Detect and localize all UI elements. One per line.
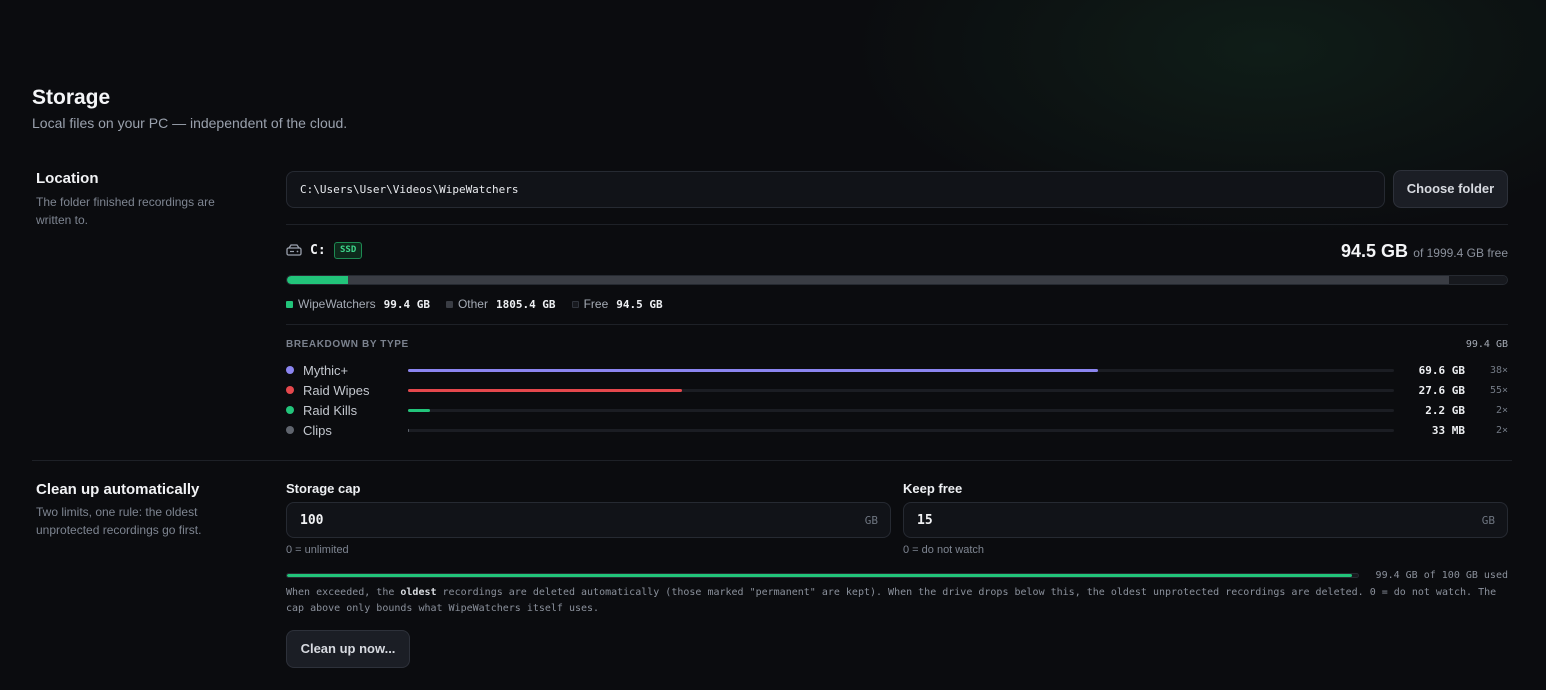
storage-cap-unit: GB xyxy=(864,514,878,527)
storage-cap-hint: 0 = unlimited xyxy=(286,544,349,556)
folder-path-input[interactable]: C:\Users\User\Videos\WipeWatchers xyxy=(286,171,1385,208)
drive-free-of: of 1999.4 GB free xyxy=(1413,246,1508,260)
breakdown-dot xyxy=(286,386,294,394)
divider xyxy=(286,224,1508,225)
breakdown-size: 33 MB xyxy=(1431,424,1465,437)
drive-bar-segment-wipewatchers xyxy=(287,276,348,284)
breakdown-label: Raid Wipes xyxy=(303,383,370,398)
breakdown-label: Mythic+ xyxy=(303,363,349,378)
breakdown-track xyxy=(408,369,1394,372)
legend-label: Other xyxy=(457,297,488,311)
breakdown-row-mythic: Mythic+ 69.6 GB 38× xyxy=(286,360,1508,380)
location-description: The folder finished recordings are writt… xyxy=(36,195,215,227)
breakdown-label: Raid Kills xyxy=(303,403,358,418)
keep-free-label: Keep free xyxy=(903,481,963,496)
breakdown-fill xyxy=(408,369,1099,372)
legend-swatch xyxy=(445,300,453,308)
section-divider xyxy=(32,460,1512,461)
breakdown-size: 2.2 GB xyxy=(1425,404,1465,417)
cap-used-text: 99.4 GB of 100 GB used xyxy=(1375,570,1508,581)
storage-cap-value[interactable]: 100 xyxy=(300,513,323,528)
choose-folder-button[interactable]: Choose folder xyxy=(1393,170,1508,208)
breakdown-count: 2× xyxy=(1495,405,1508,416)
cleanup-description: Two limits, one rule: the oldest unprote… xyxy=(36,505,202,537)
legend-swatch xyxy=(286,300,293,308)
breakdown-row-raid-kills: Raid Kills 2.2 GB 2× xyxy=(286,400,1508,420)
breakdown-count: 2× xyxy=(1495,425,1508,436)
breakdown-total: 99.4 GB xyxy=(1465,339,1508,350)
breakdown-size: 69.6 GB xyxy=(1418,364,1465,377)
page-subtitle: Local files on your PC — independent of … xyxy=(32,115,348,131)
breakdown-header: BREAKDOWN BY TYPE xyxy=(286,339,409,350)
explain-text-start: When exceeded, the xyxy=(286,587,401,598)
drive-letter: C: xyxy=(310,243,326,258)
hard-drive-icon xyxy=(286,244,302,256)
breakdown-track xyxy=(408,409,1394,412)
breakdown-count: 38× xyxy=(1489,365,1508,376)
breakdown-track xyxy=(408,429,1394,432)
cap-usage-bar xyxy=(286,573,1359,578)
cleanup-explanation: When exceeded, the oldest recordings are… xyxy=(286,585,1508,617)
breakdown-dot xyxy=(286,366,294,374)
legend-value: 99.4 GB xyxy=(383,297,430,311)
storage-cap-input[interactable]: 100 GB xyxy=(286,502,891,538)
legend-item-wipewatchers: WipeWatchers 99.4 GB xyxy=(286,297,430,311)
breakdown-dot xyxy=(286,426,294,434)
breakdown-fill xyxy=(408,429,410,432)
drive-usage-bar xyxy=(286,275,1508,285)
divider xyxy=(286,324,1508,325)
breakdown-size: 27.6 GB xyxy=(1418,384,1465,397)
drive-bar-segment-free xyxy=(1449,276,1507,284)
legend-item-free: Free 94.5 GB xyxy=(571,297,663,311)
legend-label: Free xyxy=(583,297,609,311)
storage-cap-label: Storage cap xyxy=(286,481,361,496)
legend-value: 94.5 GB xyxy=(616,297,663,311)
cleanup-title: Clean up automatically xyxy=(36,481,200,498)
page-title: Storage xyxy=(32,86,111,109)
drive-type-badge: SSD xyxy=(334,242,363,259)
drive-free-value: 94.5 GB xyxy=(1340,241,1408,261)
keep-free-value[interactable]: 15 xyxy=(917,513,933,528)
legend-swatch xyxy=(571,300,579,308)
legend-item-other: Other 1805.4 GB xyxy=(445,297,556,311)
breakdown-track xyxy=(408,389,1394,392)
keep-free-hint: 0 = do not watch xyxy=(903,544,985,556)
explain-text-bold: oldest xyxy=(400,587,437,598)
breakdown-fill xyxy=(408,409,430,412)
keep-free-input[interactable]: 15 GB xyxy=(903,502,1508,538)
legend-label: WipeWatchers xyxy=(298,297,376,311)
keep-free-unit: GB xyxy=(1481,514,1495,527)
breakdown-row-raid-wipes: Raid Wipes 27.6 GB 55× xyxy=(286,380,1508,400)
breakdown-dot xyxy=(286,406,294,414)
clean-up-now-button[interactable]: Clean up now... xyxy=(286,630,410,668)
cap-usage-fill xyxy=(287,574,1352,577)
breakdown-count: 55× xyxy=(1489,385,1508,396)
breakdown-label: Clips xyxy=(303,423,332,438)
breakdown-fill xyxy=(408,389,682,392)
legend-value: 1805.4 GB xyxy=(495,297,556,311)
drive-legend: WipeWatchers 99.4 GB Other 1805.4 GB Fre… xyxy=(286,297,663,311)
breakdown-row-clips: Clips 33 MB 2× xyxy=(286,420,1508,440)
explain-text-end: recordings are deleted automatically (th… xyxy=(286,587,1497,614)
drive-bar-segment-other xyxy=(347,276,1450,284)
location-title: Location xyxy=(36,170,99,187)
